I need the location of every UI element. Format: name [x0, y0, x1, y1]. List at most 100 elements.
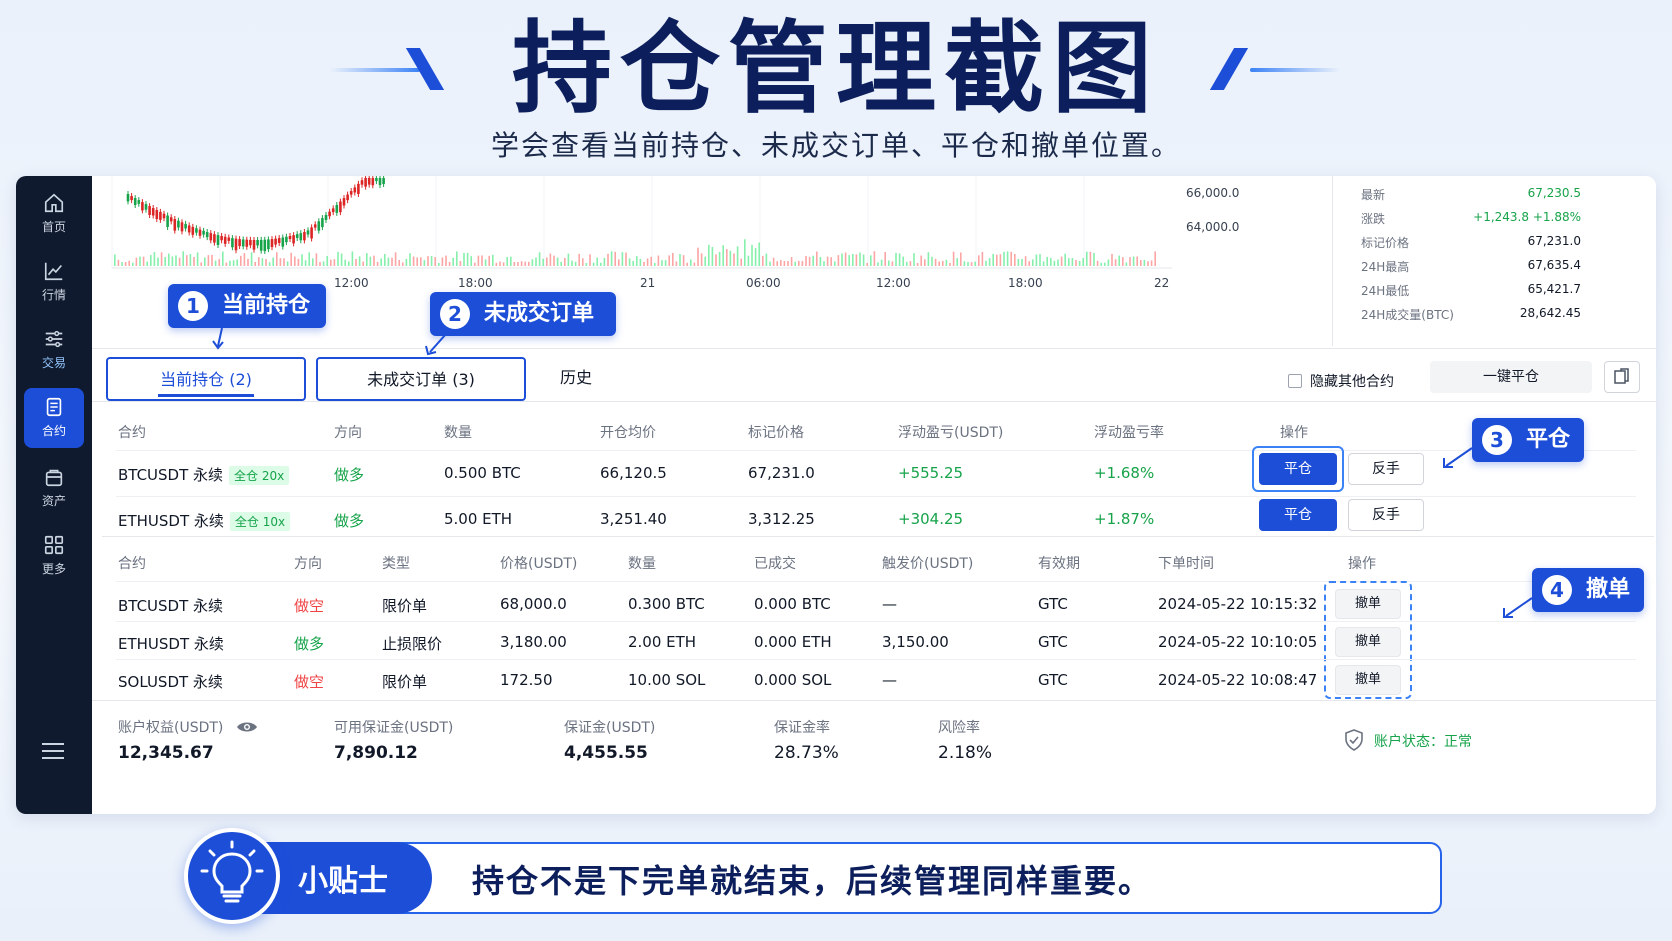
- volume-bar: [139, 256, 141, 266]
- cancel-order-button[interactable]: 撤单: [1335, 665, 1401, 695]
- volume-bar: [290, 252, 292, 266]
- volume-bar: [517, 262, 519, 266]
- volume-bar: [549, 253, 552, 266]
- volume-bar: [841, 253, 843, 266]
- col-header: 数量: [444, 425, 472, 441]
- volume-bar: [164, 257, 166, 266]
- hide-other-contracts[interactable]: 隐藏其他合约: [1288, 371, 1394, 391]
- tab-open-orders[interactable]: 未成交订单 (3): [316, 357, 526, 401]
- volume-bar: [1132, 256, 1135, 266]
- close-position-button[interactable]: 平仓: [1259, 453, 1337, 485]
- sidebar-item-trade[interactable]: 交易: [24, 320, 84, 380]
- menu-icon[interactable]: [40, 741, 66, 761]
- tab-current-positions[interactable]: 当前持仓 (2): [106, 357, 306, 401]
- row-divider: [116, 496, 1636, 497]
- volume-bar: [524, 261, 526, 266]
- cancel-order-button[interactable]: 撤单: [1335, 589, 1401, 619]
- order-type: 限价单: [382, 673, 428, 691]
- trading-app: 首页 行情 交易 合约 资产 更多 66,000.0 64,000.0 12:0…: [16, 176, 1656, 814]
- volume-bar: [258, 257, 260, 266]
- account-status: 账户状态：正常: [1344, 729, 1472, 751]
- candle-body: [299, 233, 303, 241]
- position-pnl: +555.25: [898, 464, 964, 482]
- volume-bar: [560, 261, 562, 266]
- volume-bar: [142, 256, 145, 266]
- volume-bar: [985, 260, 987, 266]
- candle-body: [317, 221, 321, 231]
- cancel-order-button[interactable]: 撤单: [1335, 627, 1401, 657]
- candle-body: [241, 239, 245, 247]
- volume-bar: [218, 259, 220, 266]
- candle-body: [263, 239, 267, 252]
- sidebar-item-market[interactable]: 行情: [24, 252, 84, 312]
- volume-bar: [427, 256, 429, 266]
- candle-body: [162, 213, 166, 219]
- hide-other-checkbox[interactable]: [1288, 374, 1302, 388]
- volume-bar: [870, 255, 872, 266]
- volume-bar: [466, 252, 469, 266]
- tip-text: 持仓不是下完单就结束，后续管理同样重要。: [472, 862, 1153, 900]
- volume-bar: [114, 254, 116, 266]
- candle-body: [177, 220, 180, 228]
- sidebar-item-contract[interactable]: 合约: [24, 388, 84, 448]
- candle-body: [148, 206, 151, 215]
- volume-bar: [751, 244, 753, 266]
- callout-arrow: [1443, 447, 1473, 468]
- candle-body: [288, 235, 292, 240]
- close-position-button[interactable]: 平仓: [1259, 499, 1337, 531]
- volume-bar: [715, 254, 717, 266]
- volume-bar: [160, 252, 163, 266]
- volume-bar: [578, 253, 580, 266]
- volume-bar: [531, 259, 534, 266]
- sidebar-item-more[interactable]: 更多: [24, 526, 84, 586]
- volume-bar: [1006, 251, 1009, 266]
- tab-history[interactable]: 历史: [536, 357, 616, 401]
- volume-bar: [650, 256, 652, 266]
- order-tif: GTC: [1038, 595, 1068, 613]
- volume-bar: [229, 260, 231, 266]
- x-tick: 12:00: [334, 276, 369, 290]
- volume-bar: [1107, 259, 1110, 266]
- volume-bar: [628, 258, 631, 266]
- order-symbol: BTCUSDT 永续: [118, 597, 224, 615]
- candle-body: [216, 235, 220, 245]
- volume-bar: [189, 253, 192, 266]
- order-price: 172.50: [500, 671, 553, 689]
- volume-bar: [726, 249, 728, 266]
- sidebar-item-home[interactable]: 首页: [24, 184, 84, 244]
- reverse-position-button[interactable]: 反手: [1348, 499, 1424, 531]
- volume-bar: [603, 257, 606, 266]
- callout-cancel-order: 4 撤单: [1532, 568, 1644, 612]
- order-time: 2024-05-22 10:15:32: [1158, 595, 1318, 613]
- volume-bar: [441, 257, 444, 266]
- eye-icon[interactable]: [236, 720, 258, 734]
- col-header: 下单时间: [1158, 556, 1214, 572]
- volume-bar: [1093, 253, 1095, 266]
- close-all-button[interactable]: 一键平仓: [1430, 361, 1592, 393]
- candle-body: [137, 200, 141, 204]
- candle-body: [173, 219, 177, 231]
- volume-bar: [387, 257, 390, 266]
- volume-bar: [902, 256, 904, 266]
- volume-bar: [358, 256, 361, 266]
- volume-bar: [513, 261, 516, 266]
- volume-bar: [657, 255, 660, 266]
- volume-bar: [729, 250, 732, 266]
- volume-bar: [967, 262, 969, 266]
- volume-bar: [175, 255, 177, 266]
- reverse-position-button[interactable]: 反手: [1348, 453, 1424, 485]
- volume-bar: [333, 259, 336, 266]
- volume-bar: [1050, 257, 1052, 266]
- share-button[interactable]: [1604, 361, 1640, 393]
- candle-body: [223, 236, 227, 244]
- candle-body: [274, 238, 277, 245]
- account-summary: 账户权益(USDT) 12,345.67 可用保证金(USDT) 7,890.1…: [92, 700, 1656, 814]
- volume-bar: [1028, 261, 1030, 266]
- sidebar-item-assets[interactable]: 资产: [24, 458, 84, 518]
- volume-bar: [949, 262, 951, 266]
- positions-table: 合约 方向 数量 开仓均价 标记价格 浮动盈亏(USDT) 浮动盈亏率 操作 B…: [102, 406, 1654, 531]
- candle-body: [292, 235, 295, 244]
- candle-body: [191, 226, 195, 235]
- volume-bar: [916, 262, 919, 266]
- volume-bar: [1122, 257, 1124, 266]
